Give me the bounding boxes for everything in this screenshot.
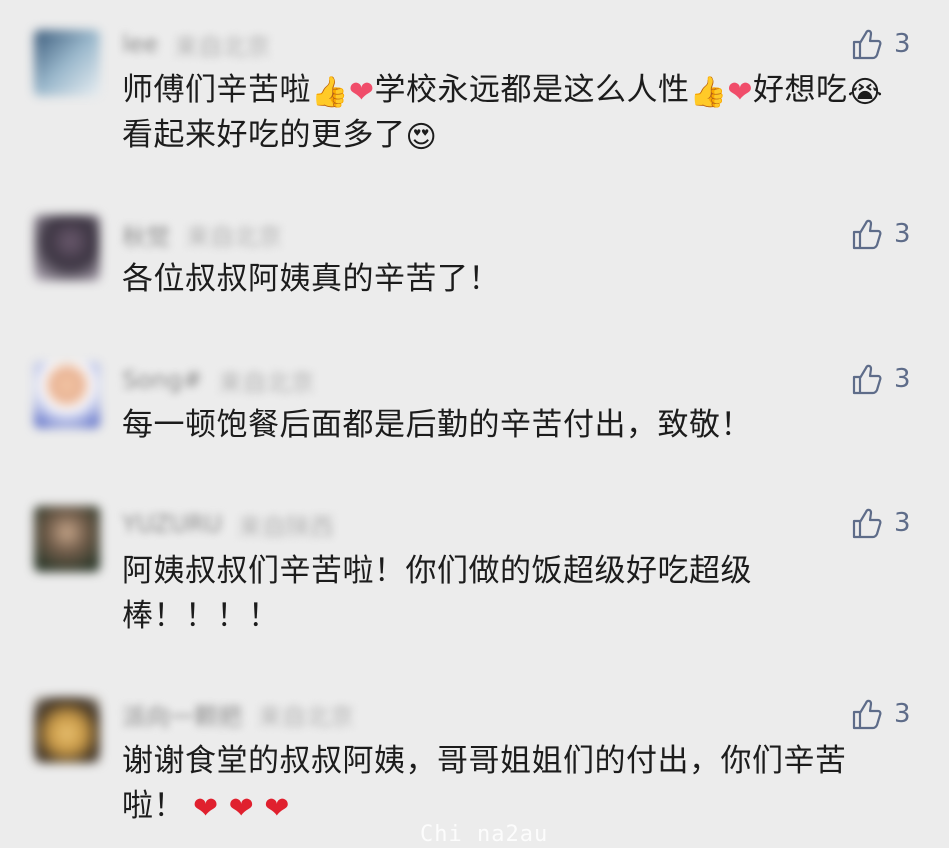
like-count: 3 bbox=[894, 364, 911, 394]
nickname[interactable]: 派向一颗把 bbox=[122, 697, 242, 732]
like-button[interactable]: 3 bbox=[852, 362, 911, 396]
comment-meta: YUZURU 来自陕西 bbox=[122, 510, 334, 541]
like-button[interactable]: 3 bbox=[852, 697, 911, 731]
comment-text: 阿姨叔叔们辛苦啦！你们做的饭超级好吃超级棒！！！！ bbox=[122, 549, 802, 639]
comment-text: 各位叔叔阿姨真的辛苦了！ bbox=[122, 257, 902, 302]
red-heart-emoji: ❤ bbox=[264, 791, 290, 826]
like-count: 3 bbox=[894, 699, 911, 729]
red-heart-emoji: ❤ bbox=[228, 791, 255, 826]
text-segment: 师傅们辛苦啦 bbox=[122, 72, 311, 108]
avatar[interactable] bbox=[34, 697, 100, 763]
nickname[interactable]: Song# bbox=[122, 366, 202, 394]
like-button[interactable]: 3 bbox=[852, 217, 911, 251]
avatar[interactable] bbox=[34, 30, 100, 96]
thumbs-up-icon bbox=[852, 219, 882, 250]
text-segment: 各位叔叔阿姨真的辛苦了！ bbox=[122, 261, 500, 297]
comment-meta: 秋觉 来自北京 bbox=[122, 220, 282, 251]
like-count: 3 bbox=[894, 508, 911, 538]
location: 来自北京 bbox=[218, 368, 315, 397]
like-button[interactable]: 3 bbox=[852, 506, 911, 540]
text-segment: 学校永远都是这么人性 bbox=[374, 72, 690, 108]
like-button[interactable]: 3 bbox=[852, 27, 911, 61]
thumbs-up-emoji: 👍 bbox=[689, 75, 728, 110]
heart-eyes-emoji: 😍 bbox=[405, 120, 438, 155]
text-segment: 好想吃 bbox=[753, 72, 848, 108]
text-segment: 看起来好吃的更多了 bbox=[122, 117, 406, 153]
text-segment: 阿姨叔叔们辛苦啦！你们做的饭超级好吃超级棒！！！！ bbox=[122, 553, 752, 634]
nickname[interactable]: YUZURU bbox=[122, 510, 222, 538]
text-segment: 每一顿饱餐后面都是后勤的辛苦付出，致敬！ bbox=[122, 407, 752, 443]
comment-meta: lee 来自北京 bbox=[122, 30, 270, 61]
comment-meta: Song# 来自北京 bbox=[122, 366, 314, 397]
crying-face-emoji: 😭 bbox=[847, 75, 884, 110]
location: 来自陕西 bbox=[238, 512, 335, 541]
avatar[interactable] bbox=[34, 362, 100, 428]
red-heart-emoji: ❤ bbox=[193, 791, 219, 826]
comment-text: 师傅们辛苦啦👍❤学校永远都是这么人性👍❤好想吃😭看起来好吃的更多了😍 bbox=[122, 68, 902, 158]
watermark: Chi na2au bbox=[420, 822, 549, 847]
location: 来自北京 bbox=[258, 702, 354, 731]
like-count: 3 bbox=[894, 29, 911, 59]
like-count: 3 bbox=[894, 219, 911, 249]
location: 来自北京 bbox=[174, 32, 271, 61]
nickname[interactable]: 秋觉 bbox=[122, 217, 170, 252]
location: 来自北京 bbox=[186, 222, 282, 251]
heart-emoji: ❤ bbox=[348, 75, 375, 110]
avatar[interactable] bbox=[34, 215, 100, 281]
thumbs-up-icon bbox=[852, 699, 882, 730]
comment-text: 每一顿饱餐后面都是后勤的辛苦付出，致敬！ bbox=[122, 403, 902, 448]
comment-text: 谢谢食堂的叔叔阿姨，哥哥姐姐们的付出，你们辛苦啦！ ❤ ❤ ❤ bbox=[122, 739, 902, 829]
avatar[interactable] bbox=[34, 506, 100, 572]
thumbs-up-icon bbox=[852, 508, 882, 539]
heart-emoji: ❤ bbox=[727, 75, 753, 110]
comment-meta: 派向一颗把 来自北京 bbox=[122, 700, 354, 731]
thumbs-up-emoji: 👍 bbox=[311, 75, 349, 110]
thumbs-up-icon bbox=[852, 364, 882, 395]
thumbs-up-icon bbox=[852, 29, 882, 60]
nickname[interactable]: lee bbox=[122, 30, 158, 58]
